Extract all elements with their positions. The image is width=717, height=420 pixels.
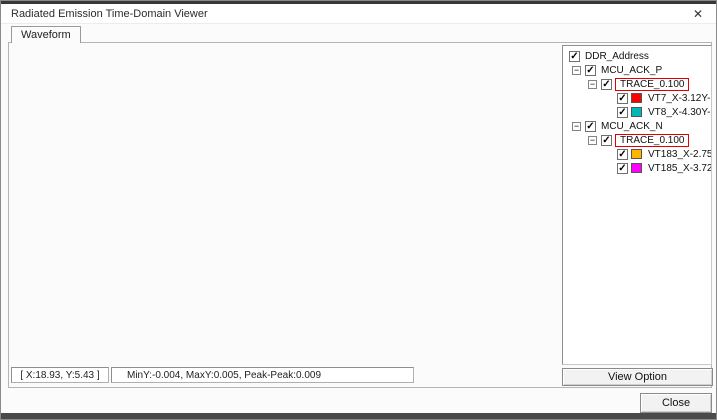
- tree-checkbox[interactable]: ✓: [585, 65, 596, 76]
- tree-color-swatch: [631, 93, 642, 103]
- tree-checkbox[interactable]: ✓: [617, 149, 628, 160]
- tree-node-label[interactable]: DDR_Address: [583, 51, 651, 62]
- status-stats-box: MinY:-0.004, MaxY:0.005, Peak-Peak:0.009: [111, 367, 414, 383]
- tree-checkbox[interactable]: ✓: [585, 121, 596, 132]
- tree-color-swatch: [631, 107, 642, 117]
- tree-collapse-icon[interactable]: −: [572, 66, 581, 75]
- tree-node-label[interactable]: VT183_X-2.75Y-6.80: [646, 149, 712, 160]
- tree-node[interactable]: ✓ VT7_X-3.12Y-6.87: [563, 91, 711, 105]
- dialog-window: Radiated Emission Time-Domain Viewer ✕ W…: [0, 0, 717, 420]
- tree-checkbox[interactable]: ✓: [617, 163, 628, 174]
- tab-waveform[interactable]: Waveform: [11, 26, 81, 43]
- tree-collapse-icon[interactable]: −: [588, 136, 597, 145]
- tree-color-swatch: [631, 149, 642, 159]
- tree-color-swatch: [631, 163, 642, 173]
- tree-node[interactable]: ✓ VT185_X-3.72Y-7.77: [563, 161, 711, 175]
- tree-collapse-icon[interactable]: −: [572, 122, 581, 131]
- tree-checkbox[interactable]: ✓: [601, 79, 612, 90]
- tree-node[interactable]: −✓MCU_ACK_P: [563, 63, 711, 77]
- close-icon[interactable]: ✕: [686, 4, 710, 23]
- signal-tree-panel: ✓DDR_Address−✓MCU_ACK_P−✓TRACE_0.100✓VT7…: [562, 45, 712, 365]
- close-button[interactable]: Close: [640, 393, 712, 413]
- titlebar: Radiated Emission Time-Domain Viewer ✕: [1, 4, 717, 24]
- tree-node-label[interactable]: MCU_ACK_P: [599, 65, 664, 76]
- taskbar-strip: [1, 413, 717, 420]
- stats-readout: MinY:-0.004, MaxY:0.005, Peak-Peak:0.009: [127, 370, 321, 381]
- tree-checkbox[interactable]: ✓: [617, 107, 628, 118]
- tree-node[interactable]: −✓TRACE_0.100: [563, 77, 711, 91]
- tree-checkbox[interactable]: ✓: [569, 51, 580, 62]
- tree-node[interactable]: −✓TRACE_0.100: [563, 133, 711, 147]
- tree-node-label[interactable]: VT185_X-3.72Y-7.77: [646, 163, 712, 174]
- status-cursor-box: [ X:18.93, Y:5.43 ]: [11, 367, 109, 383]
- view-option-button[interactable]: View Option: [562, 368, 713, 386]
- tree-node-label[interactable]: TRACE_0.100: [615, 134, 689, 147]
- tree-node-label[interactable]: TRACE_0.100: [615, 78, 689, 91]
- tree-checkbox[interactable]: ✓: [617, 93, 628, 104]
- tree-node[interactable]: ✓ VT8_X-4.30Y-6.87: [563, 105, 711, 119]
- tree-node[interactable]: ✓DDR_Address: [563, 49, 711, 63]
- tree-node-label[interactable]: VT7_X-3.12Y-6.87: [646, 93, 712, 104]
- tree-node-label[interactable]: MCU_ACK_N: [599, 121, 665, 132]
- tree-node[interactable]: −✓MCU_ACK_N: [563, 119, 711, 133]
- window-title: Radiated Emission Time-Domain Viewer: [11, 8, 208, 20]
- tree-checkbox[interactable]: ✓: [601, 135, 612, 146]
- cursor-readout: [ X:18.93, Y:5.43 ]: [20, 370, 99, 381]
- tree-node[interactable]: ✓ VT183_X-2.75Y-6.80: [563, 147, 711, 161]
- tree-node-label[interactable]: VT8_X-4.30Y-6.87: [646, 107, 712, 118]
- tree-collapse-icon[interactable]: −: [588, 80, 597, 89]
